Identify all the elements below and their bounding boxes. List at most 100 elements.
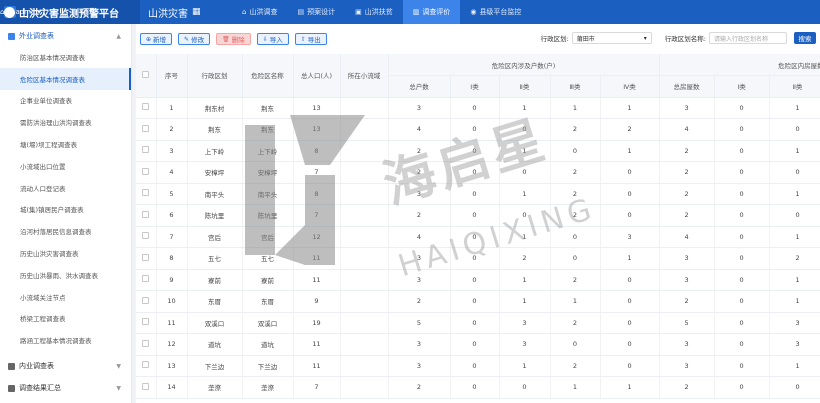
table-row[interactable]: 9 寮前 寮前 11 3 0 1 2 0 3 0 1 — [136, 269, 820, 291]
row-checkbox[interactable] — [136, 376, 157, 399]
sidebar-item[interactable]: 沿河村落居民信息调查表 — [0, 220, 131, 242]
col-header-district[interactable]: 行政区划 — [187, 54, 243, 98]
row-watershed — [340, 247, 389, 270]
sidebar-item[interactable]: 防治区基本情况调查表 — [0, 46, 131, 68]
col-header-total-households[interactable]: 总户数 — [388, 75, 451, 98]
nav-item-survey[interactable]: ⌂ 山洪调查 — [232, 0, 287, 24]
row-checkbox[interactable] — [136, 247, 157, 270]
row-value-cell: 3 — [388, 355, 451, 377]
add-button[interactable]: ⊕ 新增 — [140, 33, 173, 45]
row-checkbox[interactable] — [136, 355, 157, 377]
avatar[interactable] — [4, 6, 16, 18]
nav-item-poverty[interactable]: ▣ 山洪扶贫 — [345, 0, 403, 24]
col-header-total-houses[interactable]: 总房屋数 — [659, 75, 715, 98]
row-watershed — [340, 376, 389, 399]
table-row[interactable]: 10 东厝 东厝 9 2 0 1 1 0 2 0 1 — [136, 290, 820, 313]
row-value-cell: 2 — [600, 118, 660, 141]
col-header-population[interactable]: 总人口(人) — [293, 54, 341, 98]
row-checkbox[interactable] — [136, 312, 157, 334]
folder-icon — [8, 32, 15, 40]
table-row[interactable]: 12 道坑 道坑 11 3 0 3 0 0 3 0 3 — [136, 333, 820, 356]
district-label: 行政区划: — [540, 35, 569, 43]
row-population: 7 — [293, 376, 341, 399]
sidebar-item[interactable]: 流动人口登记表 — [0, 177, 131, 199]
col-header-watershed[interactable]: 所在小流域 — [340, 54, 389, 98]
row-danger-name: 南平头 — [242, 183, 294, 205]
row-checkbox[interactable] — [136, 333, 157, 356]
col-header-index[interactable]: 序号 — [156, 54, 188, 98]
sidebar-group-summary[interactable]: 调查结果汇总 ▼ — [0, 379, 131, 397]
table-row[interactable]: 13 下兰边 下兰边 11 3 0 1 2 0 3 0 1 — [136, 355, 820, 377]
row-checkbox[interactable] — [136, 118, 157, 141]
select-all-checkbox[interactable] — [136, 54, 157, 98]
chevron-down-icon[interactable]: ▾ — [37, 8, 41, 16]
row-checkbox[interactable] — [136, 204, 157, 227]
row-population: 7 — [293, 161, 341, 184]
col-header-class-4[interactable]: Ⅳ类 — [600, 75, 660, 98]
table-row[interactable]: 11 双溪口 双溪口 19 5 0 3 2 0 5 0 3 — [136, 312, 820, 334]
col-header-house-class-2[interactable]: Ⅱ类 — [769, 75, 820, 98]
col-header-class-1[interactable]: Ⅰ类 — [450, 75, 500, 98]
export-button[interactable]: ⇧ 导出 — [294, 33, 327, 45]
col-header-danger-name[interactable]: 危险区名称 — [242, 54, 294, 98]
row-watershed — [340, 183, 389, 205]
row-value-cell: 3 — [659, 97, 715, 119]
search-button[interactable]: 搜索 — [794, 32, 816, 44]
import-button[interactable]: ⇩ 导入 — [256, 33, 289, 45]
row-value-cell: 3 — [769, 312, 820, 334]
row-value-cell: 3 — [769, 333, 820, 356]
sidebar-item[interactable]: 塘(堰)坝工程调查表 — [0, 133, 131, 155]
grid-icon[interactable]: ▦ — [192, 7, 201, 17]
row-value-cell: 1 — [499, 355, 551, 377]
row-value-cell: 3 — [388, 333, 451, 356]
nav-item-plan[interactable]: ▤ 预案设计 — [287, 0, 345, 24]
row-population: 8 — [293, 140, 341, 162]
row-danger-name: 垄漈 — [242, 376, 294, 399]
table-row[interactable]: 14 垄漈 垄漈 7 2 0 0 1 1 2 0 0 — [136, 376, 820, 399]
sidebar-item[interactable]: 路涵工程基本情况调查表 — [0, 329, 131, 351]
sidebar-item[interactable]: 桥梁工程调查表 — [0, 308, 131, 330]
sidebar-group-office-survey[interactable]: 内业调查表 ▼ — [0, 357, 131, 375]
row-value-cell: 2 — [659, 140, 715, 162]
col-header-house-class-1[interactable]: Ⅰ类 — [714, 75, 770, 98]
row-watershed — [340, 118, 389, 141]
sidebar-item[interactable]: 小流域出口位置 — [0, 155, 131, 177]
row-value-cell: 0 — [714, 118, 770, 141]
sidebar-item[interactable]: 需防洪治理山洪沟调查表 — [0, 111, 131, 133]
row-value-cell: 0 — [769, 118, 820, 141]
edit-icon: ✎ — [184, 35, 190, 43]
row-checkbox[interactable] — [136, 97, 157, 119]
username[interactable]: admin — [15, 8, 37, 16]
row-value-cell: 0 — [769, 376, 820, 399]
sidebar-item[interactable]: 小流域关注节点 — [0, 286, 131, 308]
district-select[interactable]: 莆田市 ▾ — [571, 32, 652, 44]
nav-item-evaluation[interactable]: ▥ 调查评价 — [402, 0, 461, 24]
row-checkbox[interactable] — [136, 290, 157, 313]
survey-icon: ⌂ — [242, 8, 247, 16]
sidebar-item[interactable]: 历史山洪灾害调查表 — [0, 242, 131, 264]
delete-button[interactable]: 🗑 删除 — [216, 33, 251, 45]
row-value-cell: 4 — [659, 226, 715, 248]
sidebar-item[interactable]: 历史山洪暴雨、洪水调查表 — [0, 264, 131, 286]
sidebar-group-field-survey[interactable]: 外业调查表 ▲ — [0, 26, 131, 46]
sidebar-item[interactable]: 企事业单位调查表 — [0, 90, 131, 112]
row-checkbox[interactable] — [136, 269, 157, 291]
nav-item-monitor[interactable]: ◉ 县级平台监控 — [460, 0, 531, 24]
sidebar-item[interactable]: 城(集)镇居民户调查表 — [0, 199, 131, 221]
district-name-input[interactable]: 请输入行政区划名称 — [709, 32, 787, 44]
col-header-class-2[interactable]: Ⅱ类 — [499, 75, 551, 98]
row-checkbox[interactable] — [136, 140, 157, 162]
table-row[interactable]: 6 陈坑里 陈坑里 7 2 0 0 2 0 2 0 0 — [136, 204, 820, 227]
row-checkbox[interactable] — [136, 226, 157, 248]
row-checkbox[interactable] — [136, 183, 157, 205]
row-value-cell: 1 — [600, 247, 660, 270]
col-header-class-3[interactable]: Ⅲ类 — [550, 75, 601, 98]
row-district: 南平头 — [187, 183, 243, 205]
sidebar-item[interactable]: 危险区基本情况调查表 — [0, 67, 131, 90]
edit-button[interactable]: ✎ 修改 — [178, 33, 211, 45]
row-checkbox[interactable] — [136, 161, 157, 184]
row-value-cell: 0 — [714, 290, 770, 313]
row-district: 上下岭 — [187, 140, 243, 162]
row-value-cell: 1 — [769, 183, 820, 205]
row-value-cell: 0 — [550, 247, 601, 270]
